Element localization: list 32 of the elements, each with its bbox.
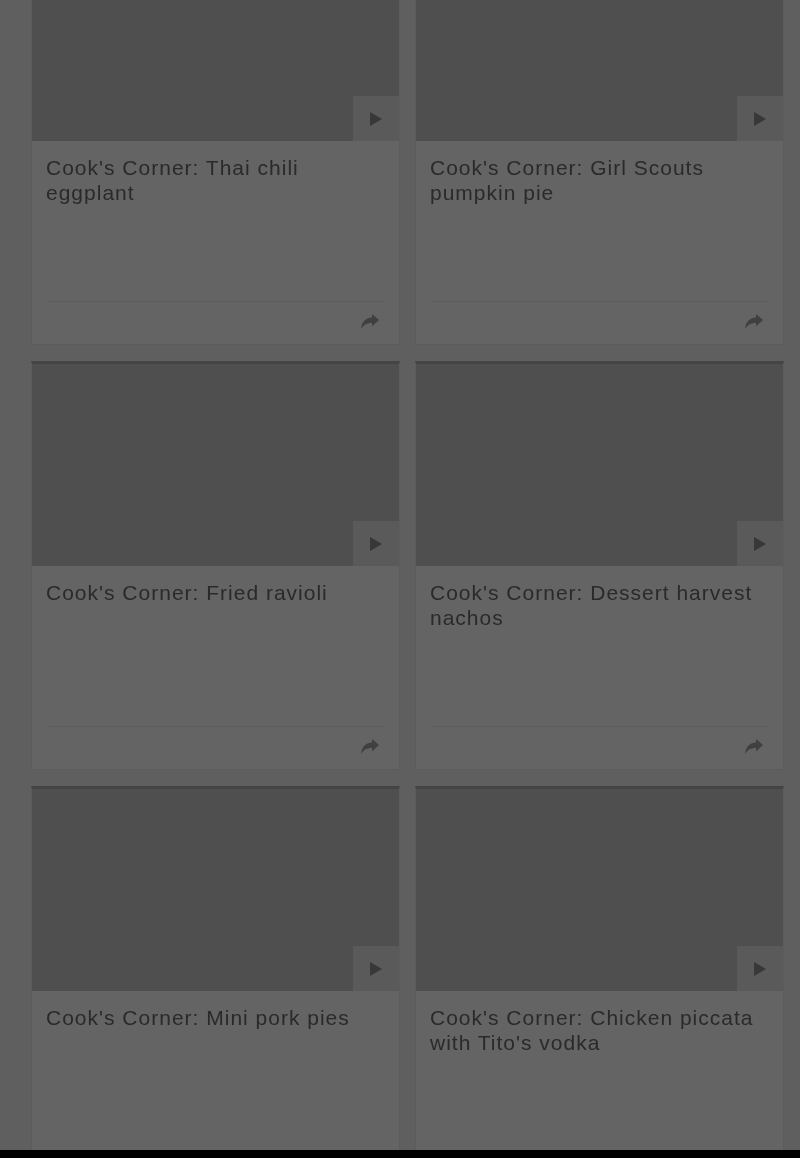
video-card[interactable]: Cook's Corner: Girl Scouts pumpkin pie [415, 0, 784, 345]
card-title[interactable]: Cook's Corner: Mini pork pies [46, 1005, 385, 1150]
share-icon[interactable] [361, 314, 379, 329]
video-thumbnail[interactable] [32, 789, 399, 991]
card-title[interactable]: Cook's Corner: Dessert harvest nachos [430, 580, 769, 726]
play-icon [754, 961, 766, 976]
play-icon [754, 111, 766, 126]
play-button[interactable] [737, 521, 783, 566]
video-card[interactable]: Cook's Corner: Chicken piccata with Tito's vodka [415, 786, 784, 1150]
video-thumbnail[interactable] [416, 789, 783, 991]
video-card[interactable]: Cook's Corner: Mini pork pies [31, 786, 400, 1150]
video-thumbnail[interactable] [32, 364, 399, 566]
play-button[interactable] [353, 946, 399, 991]
share-icon[interactable] [361, 739, 379, 754]
video-thumbnail[interactable] [416, 364, 783, 566]
play-icon [370, 961, 382, 976]
play-button[interactable] [353, 521, 399, 566]
video-card[interactable]: Cook's Corner: Fried ravioli [31, 361, 400, 770]
video-card[interactable]: Cook's Corner: Thai chili eggplant [31, 0, 400, 345]
card-title[interactable]: Cook's Corner: Chicken piccata with Tito's vodka [430, 1005, 769, 1150]
card-title[interactable]: Cook's Corner: Fried ravioli [46, 580, 385, 726]
card-title[interactable]: Cook's Corner: Girl Scouts pumpkin pie [430, 155, 769, 301]
share-icon[interactable] [745, 314, 763, 329]
share-icon[interactable] [745, 739, 763, 754]
card-title[interactable]: Cook's Corner: Thai chili eggplant [46, 155, 385, 301]
play-icon [754, 536, 766, 551]
play-button[interactable] [737, 946, 783, 991]
play-button[interactable] [353, 96, 399, 141]
play-icon [370, 111, 382, 126]
play-button[interactable] [737, 96, 783, 141]
video-card[interactable]: Cook's Corner: Dessert harvest nachos [415, 361, 784, 770]
play-icon [370, 536, 382, 551]
